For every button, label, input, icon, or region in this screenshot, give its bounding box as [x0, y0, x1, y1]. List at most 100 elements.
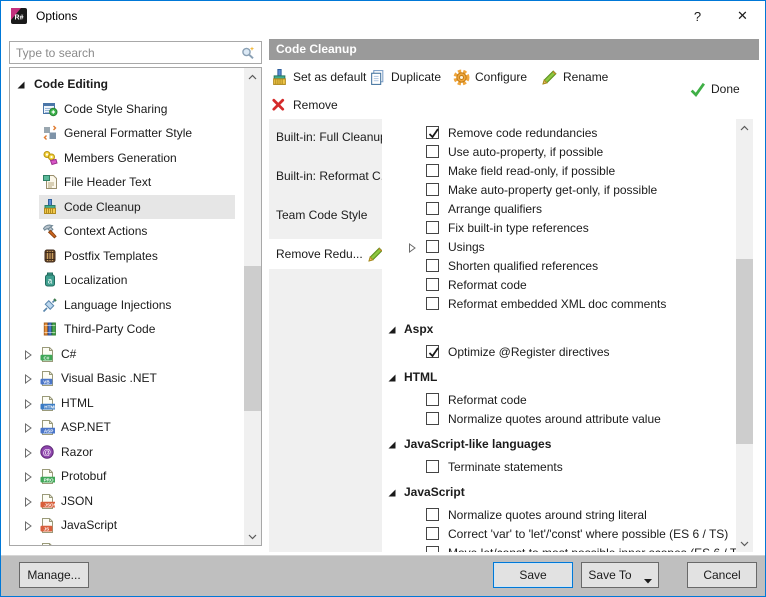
- collapsed-triangle-icon[interactable]: [23, 471, 33, 481]
- checkbox[interactable]: [426, 527, 439, 540]
- options-scrollbar-thumb[interactable]: [736, 259, 753, 444]
- checkbox[interactable]: [426, 145, 439, 158]
- expanded-triangle-icon[interactable]: [387, 372, 397, 382]
- collapsed-triangle-icon[interactable]: [23, 496, 33, 506]
- profile-item[interactable]: Built-in: Reformat C...: [269, 161, 382, 191]
- tree-item-c-[interactable]: C#C#: [10, 342, 261, 367]
- checkbox[interactable]: [426, 297, 439, 310]
- tree-item-html[interactable]: HTMLHTML: [10, 391, 261, 416]
- checkbox[interactable]: [426, 202, 439, 215]
- checkbox[interactable]: [426, 460, 439, 473]
- option-checkbox-row[interactable]: Reformat embedded XML doc comments: [382, 294, 736, 313]
- expanded-triangle-icon[interactable]: [16, 79, 26, 89]
- done-button[interactable]: Done: [689, 79, 740, 99]
- tree-item-javascript[interactable]: JSJavaScript: [10, 513, 261, 538]
- checkbox[interactable]: [426, 259, 439, 272]
- option-checkbox-row[interactable]: Remove code redundancies: [382, 123, 736, 142]
- tree-item-general-formatter-style[interactable]: General Formatter Style: [39, 121, 235, 146]
- collapsed-triangle-icon[interactable]: [23, 373, 33, 383]
- scroll-up-icon[interactable]: [244, 68, 261, 85]
- tree-item-code-cleanup[interactable]: Code Cleanup: [39, 195, 235, 220]
- search-input[interactable]: Type to search: [9, 41, 262, 64]
- collapsed-triangle-icon[interactable]: [23, 422, 33, 432]
- svg-text:@: @: [43, 447, 52, 457]
- checkbox[interactable]: [426, 546, 439, 552]
- collapsed-triangle-icon[interactable]: [23, 349, 33, 359]
- tree-item-code-style-sharing[interactable]: Code Style Sharing: [39, 97, 235, 122]
- checkbox[interactable]: [426, 508, 439, 521]
- manage-button[interactable]: Manage...: [19, 562, 89, 588]
- checkbox[interactable]: [426, 240, 439, 253]
- tree-scrollbar-thumb[interactable]: [244, 266, 261, 411]
- tree-item-localization[interactable]: aLocalization: [39, 268, 235, 293]
- option-checkbox-row[interactable]: Shorten qualified references: [382, 256, 736, 275]
- profile-item[interactable]: Team Code Style: [269, 200, 382, 230]
- checkbox[interactable]: [426, 345, 439, 358]
- option-checkbox-row[interactable]: Terminate statements: [382, 457, 736, 476]
- option-checkbox-row[interactable]: Normalize quotes around string literal: [382, 505, 736, 524]
- checkbox[interactable]: [426, 221, 439, 234]
- option-checkbox-row[interactable]: Normalize quotes around attribute value: [382, 409, 736, 428]
- scroll-up-icon[interactable]: [736, 119, 753, 136]
- option-checkbox-row[interactable]: Reformat code: [382, 390, 736, 409]
- tree-item-razor[interactable]: @Razor: [10, 440, 261, 465]
- set-as-default-button[interactable]: Set as default: [271, 67, 366, 87]
- collapsed-triangle-icon[interactable]: [407, 242, 417, 252]
- collapsed-triangle-icon[interactable]: [23, 520, 33, 530]
- checkbox[interactable]: [426, 164, 439, 177]
- tree-item-label: JSON: [61, 494, 93, 508]
- duplicate-button[interactable]: Duplicate: [369, 67, 441, 87]
- tree-item-third-party-code[interactable]: Third-Party Code: [39, 317, 235, 342]
- option-checkbox-row[interactable]: Make auto-property get-only, if possible: [382, 180, 736, 199]
- tree-item-code-editing[interactable]: Code Editing: [10, 72, 261, 97]
- expanded-triangle-icon[interactable]: [387, 487, 397, 497]
- option-checkbox-row[interactable]: Move let/const to most possible inner sc…: [382, 543, 736, 552]
- option-checkbox-row[interactable]: Arrange qualifiers: [382, 199, 736, 218]
- option-checkbox-row[interactable]: Usings: [382, 237, 736, 256]
- tree-item-file-header-text[interactable]: File Header Text: [39, 170, 235, 195]
- save-button[interactable]: Save: [493, 562, 573, 588]
- scroll-down-icon[interactable]: [244, 528, 261, 545]
- option-checkbox-row[interactable]: Make field read-only, if possible: [382, 161, 736, 180]
- help-button[interactable]: ?: [675, 1, 720, 31]
- checkbox[interactable]: [426, 393, 439, 406]
- tree-item-context-actions[interactable]: Context Actions: [39, 219, 235, 244]
- collapsed-triangle-icon[interactable]: [23, 447, 33, 457]
- remove-button[interactable]: Remove: [271, 95, 338, 115]
- option-checkbox-row[interactable]: Correct 'var' to 'let'/'const' where pos…: [382, 524, 736, 543]
- edit-pencil-icon[interactable]: [367, 246, 382, 262]
- tree-item-asp-net[interactable]: ASPASP.NET: [10, 415, 261, 440]
- tree-item-language-injections[interactable]: Language Injections: [39, 293, 235, 318]
- expanded-triangle-icon[interactable]: [387, 439, 397, 449]
- tree-item-typescript[interactable]: TSTypeScript: [10, 538, 261, 547]
- profile-item[interactable]: Built-in: Full Cleanup: [269, 122, 382, 152]
- gear-icon: [453, 69, 470, 86]
- tree-item-members-generation[interactable]: Members Generation: [39, 146, 235, 171]
- save-to-button[interactable]: Save To: [581, 562, 659, 588]
- tree-item-postfix-templates[interactable]: Postfix Templates: [39, 244, 235, 269]
- checkbox[interactable]: [426, 278, 439, 291]
- option-checkbox-row[interactable]: Use auto-property, if possible: [382, 142, 736, 161]
- expanded-triangle-icon[interactable]: [387, 324, 397, 334]
- collapsed-triangle-icon[interactable]: [23, 398, 33, 408]
- rename-button[interactable]: Rename: [541, 67, 608, 87]
- tree-item-json[interactable]: JSONJSON: [10, 489, 261, 514]
- configure-button[interactable]: Configure: [453, 67, 527, 87]
- option-checkbox-row[interactable]: Optimize @Register directives: [382, 342, 736, 361]
- cancel-button[interactable]: Cancel: [687, 562, 757, 588]
- tree-item-protobuf[interactable]: PROProtobuf: [10, 464, 261, 489]
- options-scrollbar[interactable]: [736, 119, 753, 552]
- checkbox[interactable]: [426, 412, 439, 425]
- option-label: Make field read-only, if possible: [448, 164, 615, 178]
- option-checkbox-row[interactable]: Fix built-in type references: [382, 218, 736, 237]
- checkbox[interactable]: [426, 183, 439, 196]
- tree-scrollbar[interactable]: [244, 68, 261, 545]
- close-button[interactable]: ✕: [720, 1, 765, 31]
- profile-item[interactable]: Remove Redu...: [269, 239, 382, 269]
- checkbox[interactable]: [426, 126, 439, 139]
- scroll-down-icon[interactable]: [736, 535, 753, 552]
- option-checkbox-row[interactable]: Reformat code: [382, 275, 736, 294]
- code-style-sharing-icon: [42, 101, 58, 117]
- collapsed-triangle-icon[interactable]: [23, 545, 33, 546]
- tree-item-visual-basic-net[interactable]: VBVisual Basic .NET: [10, 366, 261, 391]
